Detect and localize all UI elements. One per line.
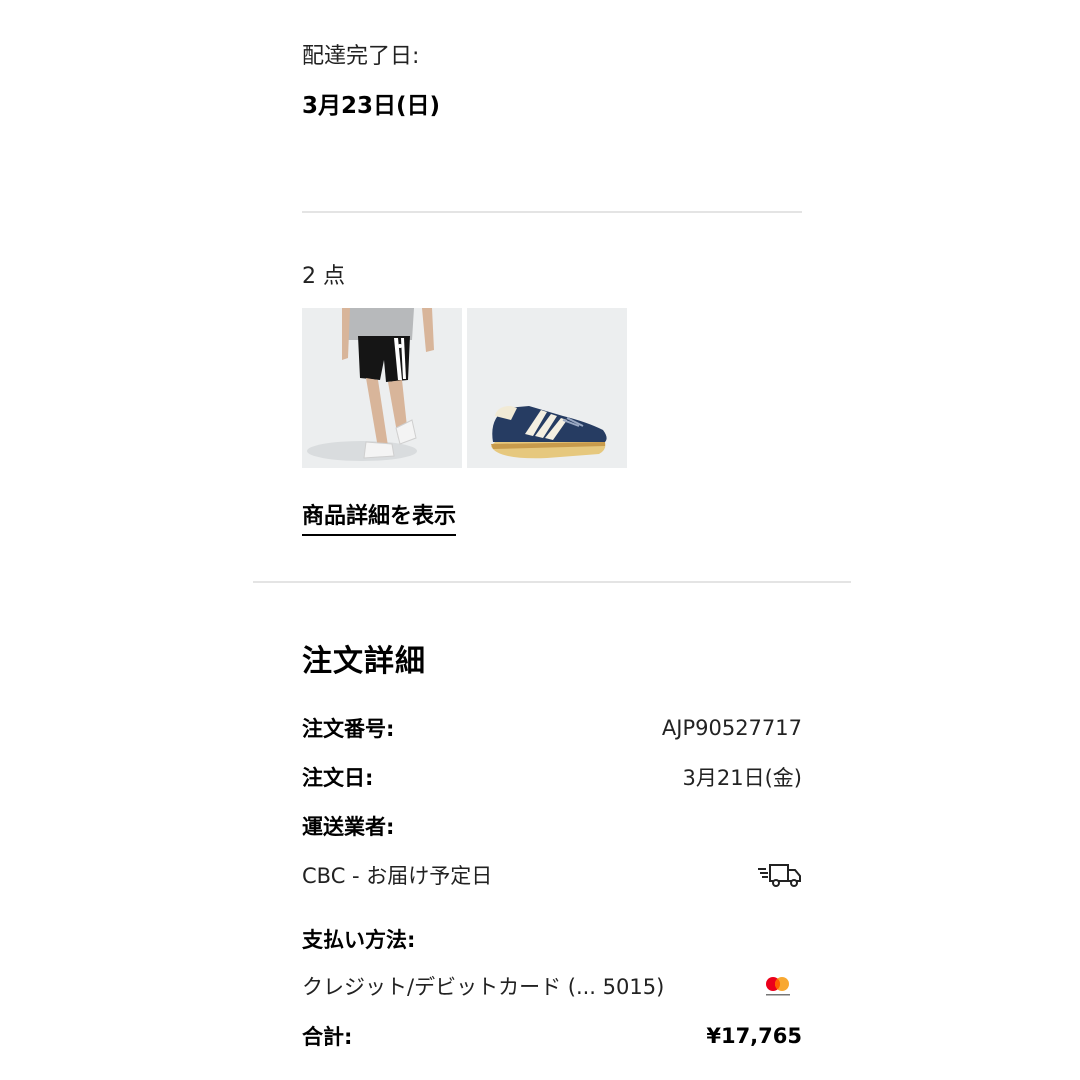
order-number-label: 注文番号: [302,717,395,741]
view-item-details-link[interactable]: 商品詳細を表示 [302,501,457,536]
sneakers-product-image [467,308,627,468]
delivery-completed-label: 配達完了日: [302,44,420,69]
shorts-product-image [302,308,462,468]
payment-label: 支払い方法: [302,928,416,952]
carrier-label: 運送業者: [302,815,395,839]
carrier-value-row: CBC - お届け予定日 [302,858,802,892]
mastercard-icon [762,974,794,998]
total-row: 合計: ¥17,765 [302,1019,802,1053]
delivery-truck-icon [756,861,802,889]
payment-value: クレジット/デビットカード (... 5015) [302,975,665,999]
divider [302,211,802,213]
section-divider [253,581,851,583]
payment-value-row: クレジット/デビットカード (... 5015) [302,969,802,1003]
order-date-label: 注文日: [302,766,374,790]
payment-row: 支払い方法: [302,922,802,956]
order-date-row: 注文日: 3月21日(金) [302,760,802,794]
total-label: 合計: [302,1025,353,1049]
order-number-value: AJP90527717 [661,716,802,740]
product-thumbnail-sneakers[interactable] [467,308,627,468]
carrier-row: 運送業者: [302,809,802,843]
product-thumbnail-shorts[interactable] [302,308,462,468]
total-value: ¥17,765 [706,1024,802,1048]
order-number-row: 注文番号: AJP90527717 [302,711,802,745]
item-count: 2 点 [302,264,345,289]
delivery-completed-date: 3月23日(日) [302,93,441,119]
order-details-title: 注文詳細 [302,644,426,679]
order-date-value: 3月21日(金) [682,766,802,790]
carrier-value: CBC - お届け予定日 [302,864,493,888]
order-confirmation-page: 配達完了日: 3月23日(日) 2 点 商品詳細を表示 注文詳細 注文番号: A… [0,0,1080,1080]
